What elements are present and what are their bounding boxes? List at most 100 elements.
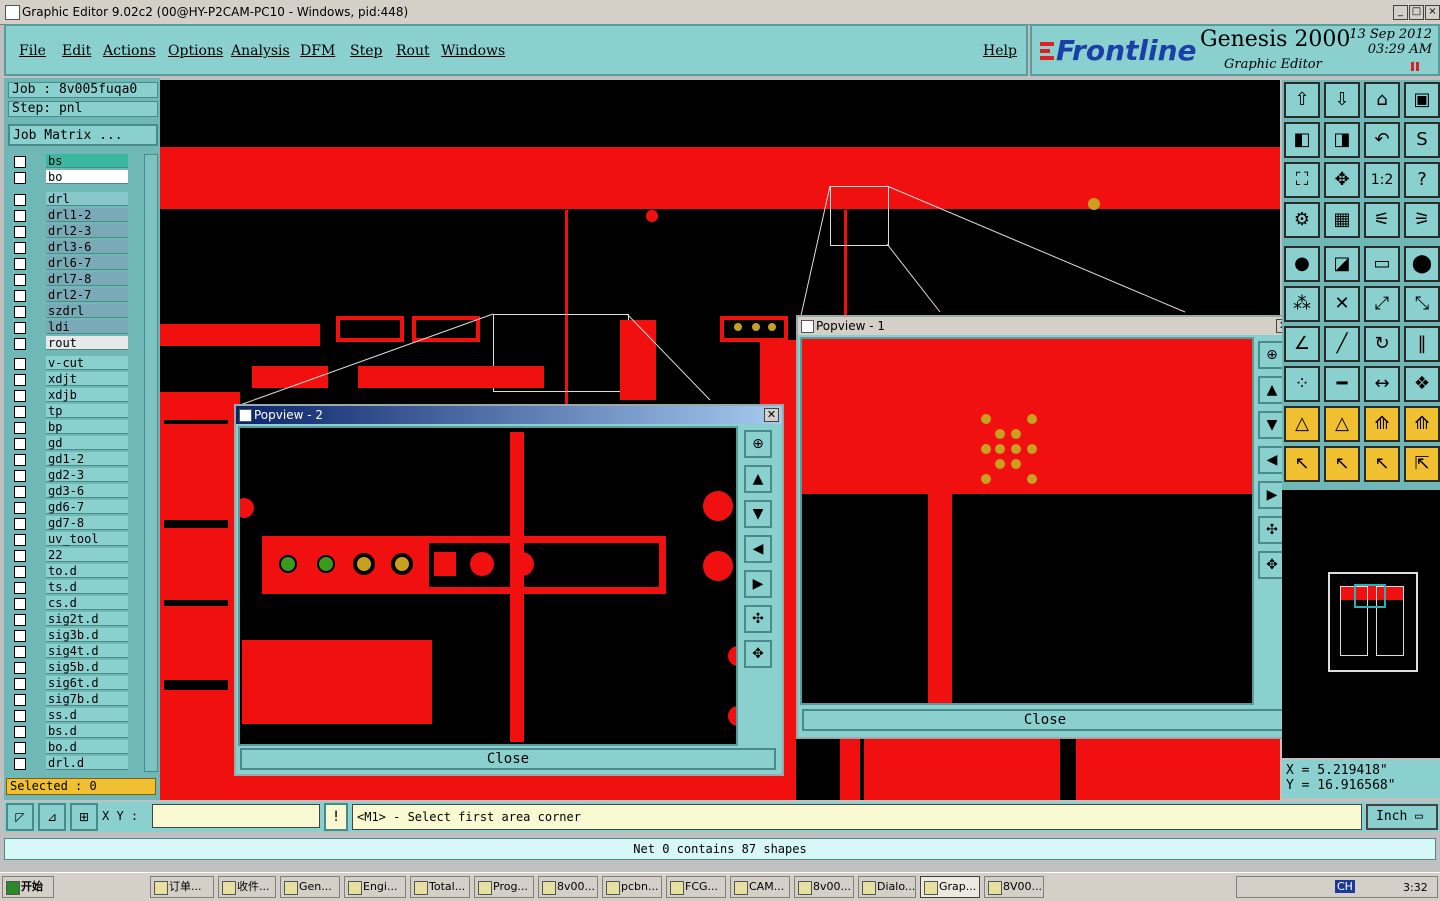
layer-row[interactable]: sig5b.d xyxy=(10,660,130,675)
layer-checkbox[interactable] xyxy=(14,518,26,530)
layer-checkbox[interactable] xyxy=(14,486,26,498)
menu-help[interactable]: Help xyxy=(983,43,1017,59)
pointer-add-icon[interactable]: ↖ xyxy=(1364,446,1400,482)
layer-checkbox[interactable] xyxy=(14,374,26,386)
layer-checkbox[interactable] xyxy=(14,630,26,642)
taskbar-item[interactable]: Total... xyxy=(410,876,470,898)
measure-icon[interactable]: ⚙ xyxy=(1284,202,1320,238)
taskbar-item[interactable]: FCG... xyxy=(666,876,726,898)
layer-checkbox[interactable] xyxy=(14,438,26,450)
menu-rout[interactable]: Rout xyxy=(396,43,430,59)
group-icon[interactable]: ❖ xyxy=(1404,366,1440,402)
menu-options[interactable]: Options xyxy=(168,43,223,59)
pause-icon[interactable] xyxy=(1411,62,1414,71)
zoom-fit-icon[interactable]: ✣ xyxy=(744,605,772,633)
menu-file[interactable]: File xyxy=(19,43,46,59)
taskbar-item[interactable]: 8v00... xyxy=(538,876,598,898)
layer-row[interactable]: drl2-3 xyxy=(10,224,130,239)
layer-row[interactable]: sig7b.d xyxy=(10,692,130,707)
taskbar-item[interactable]: Prog... xyxy=(474,876,534,898)
menu-edit[interactable]: Edit xyxy=(62,43,91,59)
layer-row[interactable]: gd7-8 xyxy=(10,516,130,531)
layer-checkbox[interactable] xyxy=(14,726,26,738)
layer-row[interactable]: sig4t.d xyxy=(10,644,130,659)
zoom-in-icon[interactable]: ⊕ xyxy=(744,430,772,458)
help-icon[interactable]: ? xyxy=(1404,162,1440,198)
popview-1-close-button[interactable]: Close xyxy=(802,709,1288,731)
layer-checkbox[interactable] xyxy=(14,646,26,658)
layer-checkbox[interactable] xyxy=(14,390,26,402)
node-icon[interactable]: ⁘ xyxy=(1284,366,1320,402)
layer-row[interactable]: sig2t.d xyxy=(10,612,130,627)
layer-row[interactable]: gd xyxy=(10,436,130,451)
layer-row[interactable]: sig3b.d xyxy=(10,628,130,643)
zoom-out-icon[interactable]: ✥ xyxy=(744,640,772,668)
arc-icon[interactable]: ↻ xyxy=(1364,326,1400,362)
pan-up-icon[interactable]: ▲ xyxy=(744,465,772,493)
pan-right-icon[interactable]: ▶ xyxy=(744,570,772,598)
minimize-button[interactable]: _ xyxy=(1393,5,1408,20)
home-icon[interactable]: ⌂ xyxy=(1364,82,1400,118)
layer-checkbox[interactable] xyxy=(14,242,26,254)
triangle-up-icon[interactable]: ⟰ xyxy=(1364,406,1400,442)
layer-row[interactable]: uv_tool xyxy=(10,532,130,547)
pointer-select-icon[interactable]: ↖ xyxy=(1324,446,1360,482)
slash-icon[interactable]: ╱ xyxy=(1324,326,1360,362)
taskbar-item[interactable]: pcbn... xyxy=(602,876,662,898)
layer-checkbox[interactable] xyxy=(14,566,26,578)
pointer-move-icon[interactable]: ⇱ xyxy=(1404,446,1440,482)
layer-row[interactable]: rout xyxy=(10,336,130,351)
language-indicator[interactable]: CH xyxy=(1335,880,1355,893)
layer-row[interactable]: szdrl xyxy=(10,304,130,319)
popview-2-view[interactable] xyxy=(238,426,738,746)
layer-checkbox[interactable] xyxy=(14,358,26,370)
layer-checkbox[interactable] xyxy=(14,422,26,434)
layer-checkbox[interactable] xyxy=(14,470,26,482)
pointer-icon[interactable]: ↖ xyxy=(1284,446,1320,482)
layer-checkbox[interactable] xyxy=(14,614,26,626)
layer-checkbox[interactable] xyxy=(14,406,26,418)
angle-icon[interactable]: ∠ xyxy=(1284,326,1320,362)
layer-row[interactable]: v-cut xyxy=(10,356,130,371)
split-icon[interactable]: ‖ xyxy=(1404,326,1440,362)
layer-checkbox[interactable] xyxy=(14,156,26,168)
layer-checkbox[interactable] xyxy=(14,550,26,562)
layer-checkbox[interactable] xyxy=(14,582,26,594)
taskbar-item[interactable]: Engi... xyxy=(344,876,406,898)
taskbar-item[interactable]: CAM... xyxy=(730,876,790,898)
layer-row[interactable]: bp xyxy=(10,420,130,435)
layer-row[interactable]: drl1-2 xyxy=(10,208,130,223)
triangle-icon[interactable]: △ xyxy=(1284,406,1320,442)
layer-checkbox[interactable] xyxy=(14,502,26,514)
layer-checkbox[interactable] xyxy=(14,534,26,546)
layer-checkbox[interactable] xyxy=(14,306,26,318)
layer-row[interactable]: drl6-7 xyxy=(10,256,130,271)
popview-1-titlebar[interactable]: Popview - 1 ✕ xyxy=(798,317,1294,335)
menu-step[interactable]: Step xyxy=(350,43,382,59)
dimension-icon[interactable]: ↔ xyxy=(1364,366,1400,402)
layer-row[interactable]: cs.d xyxy=(10,596,130,611)
layer-checkbox[interactable] xyxy=(14,598,26,610)
taskbar-item[interactable]: 8v00... xyxy=(794,876,854,898)
connect-icon[interactable]: ⤢ xyxy=(1364,286,1400,322)
layer-checkbox[interactable] xyxy=(14,710,26,722)
layer-row[interactable]: ldi xyxy=(10,320,130,335)
layer-row[interactable]: drl2-7 xyxy=(10,288,130,303)
layer-checkbox[interactable] xyxy=(14,194,26,206)
zoom-fit-icon[interactable]: ⛶ xyxy=(1284,162,1320,198)
layer-checkbox[interactable] xyxy=(14,454,26,466)
triangle-move-icon[interactable]: ⟰ xyxy=(1404,406,1440,442)
layer-checkbox[interactable] xyxy=(14,678,26,690)
layer-row[interactable]: drl.d xyxy=(10,756,130,771)
layer-checkbox[interactable] xyxy=(14,758,26,770)
layer-row[interactable]: xdjb xyxy=(10,388,130,403)
layer-checkbox[interactable] xyxy=(14,322,26,334)
layer-row[interactable]: ts.d xyxy=(10,580,130,595)
layer-checkbox[interactable] xyxy=(14,274,26,286)
layer-row[interactable]: gd1-2 xyxy=(10,452,130,467)
layer-row[interactable]: drl xyxy=(10,192,130,207)
layer-row[interactable]: drl3-6 xyxy=(10,240,130,255)
taskbar-item[interactable]: 8V00... xyxy=(984,876,1044,898)
taskbar-item[interactable]: 订单... xyxy=(150,876,214,898)
undo-zoom-icon[interactable]: ↶ xyxy=(1364,122,1400,158)
